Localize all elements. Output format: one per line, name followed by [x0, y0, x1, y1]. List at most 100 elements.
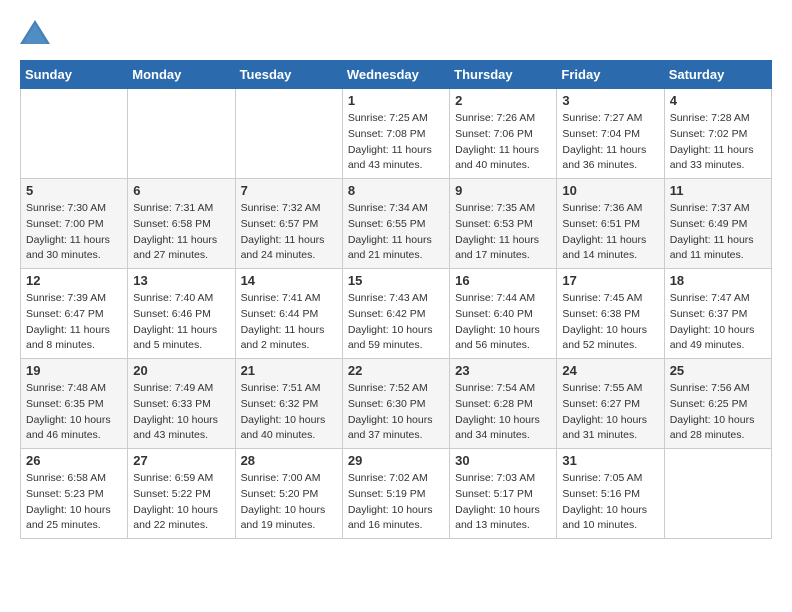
- day-number: 24: [562, 363, 658, 378]
- day-number: 30: [455, 453, 551, 468]
- day-info: Sunrise: 7:40 AMSunset: 6:46 PMDaylight:…: [133, 291, 229, 354]
- day-info: Sunrise: 7:02 AMSunset: 5:19 PMDaylight:…: [348, 471, 444, 534]
- calendar-cell: 7Sunrise: 7:32 AMSunset: 6:57 PMDaylight…: [235, 179, 342, 269]
- day-number: 12: [26, 273, 122, 288]
- calendar-cell: 9 Sunrise: 7:35 AMSunset: 6:53 PMDaylight…: [450, 179, 557, 269]
- day-info: Sunrise: 7:36 AMSunset: 6:51 PMDaylight:…: [562, 201, 658, 264]
- weekday-header-friday: Friday: [557, 61, 664, 89]
- weekday-header-monday: Monday: [128, 61, 235, 89]
- day-info: Sunrise: 7:43 AMSunset: 6:42 PMDaylight:…: [348, 291, 444, 354]
- calendar-cell: 4 Sunrise: 7:28 AMSunset: 7:02 PMDaylight…: [664, 89, 771, 179]
- day-info: Sunrise: 7:25 AMSunset: 7:08 PMDaylight:…: [348, 111, 444, 174]
- day-info: Sunrise: 7:28 AMSunset: 7:02 PMDaylight:…: [670, 111, 766, 174]
- day-number: 16: [455, 273, 551, 288]
- day-number: 19: [26, 363, 122, 378]
- day-number: 2: [455, 93, 551, 108]
- day-info: Sunrise: 7:37 AMSunset: 6:49 PMDaylight:…: [670, 201, 766, 264]
- day-info: Sunrise: 7:05 AMSunset: 5:16 PMDaylight:…: [562, 471, 658, 534]
- calendar-cell: [664, 449, 771, 539]
- calendar-week-row: 1 Sunrise: 7:25 AMSunset: 7:08 PMDaylight…: [21, 89, 772, 179]
- day-number: 27: [133, 453, 229, 468]
- day-info: Sunrise: 6:59 AMSunset: 5:22 PMDaylight:…: [133, 471, 229, 534]
- calendar-week-row: 12 Sunrise: 7:39 AMSunset: 6:47 PMDayligh…: [21, 269, 772, 359]
- weekday-header-tuesday: Tuesday: [235, 61, 342, 89]
- calendar-week-row: 26 Sunrise: 6:58 AMSunset: 5:23 PMDayligh…: [21, 449, 772, 539]
- day-info: Sunrise: 6:58 AMSunset: 5:23 PMDaylight:…: [26, 471, 122, 534]
- day-info: Sunrise: 7:54 AMSunset: 6:28 PMDaylight:…: [455, 381, 551, 444]
- day-info: Sunrise: 7:56 AMSunset: 6:25 PMDaylight:…: [670, 381, 766, 444]
- calendar-cell: 13Sunrise: 7:40 AMSunset: 6:46 PMDayligh…: [128, 269, 235, 359]
- calendar-cell: 30 Sunrise: 7:03 AMSunset: 5:17 PMDayligh…: [450, 449, 557, 539]
- calendar-cell: 22 Sunrise: 7:52 AMSunset: 6:30 PMDayligh…: [342, 359, 449, 449]
- calendar-cell: 25Sunrise: 7:56 AMSunset: 6:25 PMDayligh…: [664, 359, 771, 449]
- day-info: Sunrise: 7:00 AMSunset: 5:20 PMDaylight:…: [241, 471, 337, 534]
- day-number: 5: [26, 183, 122, 198]
- weekday-header-row: SundayMondayTuesdayWednesdayThursdayFrid…: [21, 61, 772, 89]
- day-number: 4: [670, 93, 766, 108]
- calendar-cell: 27 Sunrise: 6:59 AMSunset: 5:22 PMDayligh…: [128, 449, 235, 539]
- day-number: 6: [133, 183, 229, 198]
- day-number: 10: [562, 183, 658, 198]
- day-number: 21: [241, 363, 337, 378]
- calendar-cell: [21, 89, 128, 179]
- day-info: Sunrise: 7:41 AMSunset: 6:44 PMDaylight:…: [241, 291, 337, 354]
- day-number: 17: [562, 273, 658, 288]
- day-info: Sunrise: 7:30 AMSunset: 7:00 PMDaylight:…: [26, 201, 122, 264]
- day-info: Sunrise: 7:27 AMSunset: 7:04 PMDaylight:…: [562, 111, 658, 174]
- page-header: [20, 20, 772, 44]
- day-number: 26: [26, 453, 122, 468]
- day-number: 29: [348, 453, 444, 468]
- day-number: 3: [562, 93, 658, 108]
- calendar-cell: 18 Sunrise: 7:47 AMSunset: 6:37 PMDayligh…: [664, 269, 771, 359]
- calendar-cell: 5 Sunrise: 7:30 AMSunset: 7:00 PMDaylight…: [21, 179, 128, 269]
- day-number: 28: [241, 453, 337, 468]
- weekday-header-sunday: Sunday: [21, 61, 128, 89]
- day-number: 15: [348, 273, 444, 288]
- day-info: Sunrise: 7:52 AMSunset: 6:30 PMDaylight:…: [348, 381, 444, 444]
- day-info: Sunrise: 7:49 AMSunset: 6:33 PMDaylight:…: [133, 381, 229, 444]
- calendar-cell: 14Sunrise: 7:41 AMSunset: 6:44 PMDayligh…: [235, 269, 342, 359]
- day-number: 22: [348, 363, 444, 378]
- day-info: Sunrise: 7:35 AMSunset: 6:53 PMDaylight:…: [455, 201, 551, 264]
- calendar-cell: 15 Sunrise: 7:43 AMSunset: 6:42 PMDayligh…: [342, 269, 449, 359]
- day-number: 20: [133, 363, 229, 378]
- day-info: Sunrise: 7:39 AMSunset: 6:47 PMDaylight:…: [26, 291, 122, 354]
- calendar-cell: 19 Sunrise: 7:48 AMSunset: 6:35 PMDayligh…: [21, 359, 128, 449]
- calendar-table: SundayMondayTuesdayWednesdayThursdayFrid…: [20, 60, 772, 539]
- calendar-cell: 12 Sunrise: 7:39 AMSunset: 6:47 PMDayligh…: [21, 269, 128, 359]
- calendar-cell: 2 Sunrise: 7:26 AMSunset: 7:06 PMDaylight…: [450, 89, 557, 179]
- day-number: 23: [455, 363, 551, 378]
- calendar-week-row: 19 Sunrise: 7:48 AMSunset: 6:35 PMDayligh…: [21, 359, 772, 449]
- calendar-cell: 10 Sunrise: 7:36 AMSunset: 6:51 PMDayligh…: [557, 179, 664, 269]
- calendar-cell: 21 Sunrise: 7:51 AMSunset: 6:32 PMDayligh…: [235, 359, 342, 449]
- calendar-cell: 16 Sunrise: 7:44 AMSunset: 6:40 PMDayligh…: [450, 269, 557, 359]
- calendar-cell: 24 Sunrise: 7:55 AMSunset: 6:27 PMDayligh…: [557, 359, 664, 449]
- calendar-cell: 11 Sunrise: 7:37 AMSunset: 6:49 PMDayligh…: [664, 179, 771, 269]
- calendar-cell: 29 Sunrise: 7:02 AMSunset: 5:19 PMDayligh…: [342, 449, 449, 539]
- calendar-cell: 23 Sunrise: 7:54 AMSunset: 6:28 PMDayligh…: [450, 359, 557, 449]
- day-info: Sunrise: 7:03 AMSunset: 5:17 PMDaylight:…: [455, 471, 551, 534]
- day-number: 8: [348, 183, 444, 198]
- day-info: Sunrise: 7:47 AMSunset: 6:37 PMDaylight:…: [670, 291, 766, 354]
- day-info: Sunrise: 7:26 AMSunset: 7:06 PMDaylight:…: [455, 111, 551, 174]
- calendar-cell: [235, 89, 342, 179]
- day-number: 18: [670, 273, 766, 288]
- calendar-cell: [128, 89, 235, 179]
- calendar-week-row: 5 Sunrise: 7:30 AMSunset: 7:00 PMDaylight…: [21, 179, 772, 269]
- day-number: 9: [455, 183, 551, 198]
- day-number: 1: [348, 93, 444, 108]
- day-info: Sunrise: 7:48 AMSunset: 6:35 PMDaylight:…: [26, 381, 122, 444]
- calendar-cell: 26 Sunrise: 6:58 AMSunset: 5:23 PMDayligh…: [21, 449, 128, 539]
- calendar-cell: 8Sunrise: 7:34 AMSunset: 6:55 PMDaylight…: [342, 179, 449, 269]
- calendar-cell: 17 Sunrise: 7:45 AMSunset: 6:38 PMDayligh…: [557, 269, 664, 359]
- day-info: Sunrise: 7:51 AMSunset: 6:32 PMDaylight:…: [241, 381, 337, 444]
- day-number: 11: [670, 183, 766, 198]
- logo: [20, 20, 54, 44]
- day-info: Sunrise: 7:45 AMSunset: 6:38 PMDaylight:…: [562, 291, 658, 354]
- calendar-cell: 20 Sunrise: 7:49 AMSunset: 6:33 PMDayligh…: [128, 359, 235, 449]
- calendar-cell: 31Sunrise: 7:05 AMSunset: 5:16 PMDayligh…: [557, 449, 664, 539]
- day-info: Sunrise: 7:44 AMSunset: 6:40 PMDaylight:…: [455, 291, 551, 354]
- logo-icon: [20, 20, 50, 44]
- day-info: Sunrise: 7:31 AMSunset: 6:58 PMDaylight:…: [133, 201, 229, 264]
- day-info: Sunrise: 7:55 AMSunset: 6:27 PMDaylight:…: [562, 381, 658, 444]
